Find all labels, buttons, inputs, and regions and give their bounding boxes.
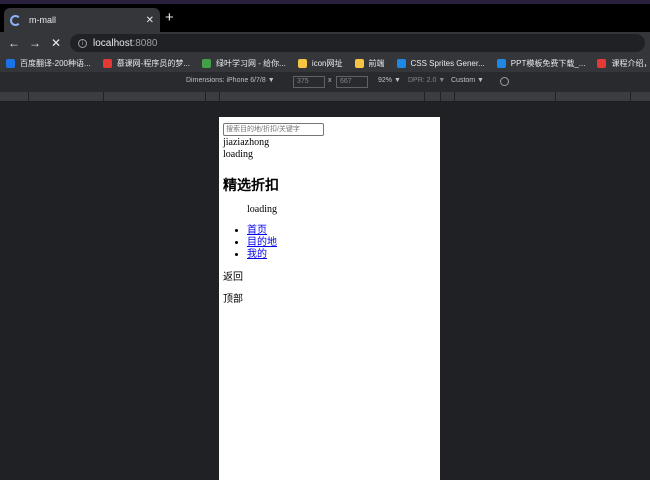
loading-text: loading <box>223 149 253 160</box>
folder-icon <box>297 58 307 68</box>
back-link[interactable]: 返回 <box>223 272 243 284</box>
ruler-tick <box>424 92 425 102</box>
ruler-tick <box>103 92 104 102</box>
new-tab-button[interactable]: + <box>165 9 174 27</box>
tab-title: m-mall <box>29 15 56 25</box>
bookmarks-bar: 百度翻译-200种语... 慕课网-程序员的梦... 绿叶学习网 - 给你...… <box>0 54 650 72</box>
nav-item-home: 首页 <box>247 225 277 237</box>
bookmark-course-intro[interactable]: 课程介绍，No <box>597 58 650 69</box>
forward-button[interactable]: → <box>29 35 41 51</box>
loading-text: loading <box>247 204 277 215</box>
ruler-tick <box>440 92 441 102</box>
ruler-tick <box>205 92 206 102</box>
url-port: :8080 <box>132 37 158 49</box>
bookmark-favicon-icon <box>102 58 112 68</box>
ruler-tick <box>630 92 631 102</box>
bookmark-baidu-fanyi[interactable]: 百度翻译-200种语... <box>6 58 91 69</box>
tab-m-mall[interactable]: m-mall ✕ <box>4 8 160 32</box>
bookmark-folder-frontend[interactable]: 前端 <box>354 58 385 69</box>
nav-link-mine[interactable]: 我的 <box>247 249 267 260</box>
tab-bar: m-mall ✕ + <box>0 4 650 32</box>
bookmark-favicon-icon <box>6 58 15 68</box>
bookmark-favicon-icon <box>202 58 212 68</box>
navigation-bar: ← → ✕ i localhost :8080 <box>0 32 650 54</box>
bookmark-favicon-icon <box>396 58 406 68</box>
bookmark-ppt-templates[interactable]: PPT模板免费下载_... <box>496 58 585 69</box>
section-title: 精选折扣 <box>223 177 279 193</box>
bookmark-lvye[interactable]: 绿叶学习网 - 给你... <box>202 58 286 69</box>
rotate-icon[interactable] <box>500 77 509 86</box>
media-query-ruler <box>0 92 650 102</box>
brand-text: jiaziazhong <box>223 137 270 148</box>
ruler-tick <box>219 92 220 102</box>
ruler-tick <box>28 92 29 102</box>
site-info-icon[interactable]: i <box>78 38 87 48</box>
close-tab-icon[interactable]: ✕ <box>146 15 154 26</box>
bookmark-folder-icon-sites[interactable]: icon网址 <box>297 58 343 69</box>
zoom-select[interactable]: 92% ▼ <box>378 77 401 84</box>
dpr-select[interactable]: DPR: 2.0 ▼ <box>408 77 445 84</box>
url-host: localhost <box>93 37 133 49</box>
bookmark-favicon-icon <box>496 58 506 68</box>
folder-icon <box>354 58 364 68</box>
device-viewport: jiaziazhong loading 精选折扣 loading 首页 目的地 … <box>219 117 440 480</box>
device-toolbar: Dimensions: iPhone 6/7/8 ▼ 375 x 667 92%… <box>0 72 650 92</box>
nav-link-home[interactable]: 首页 <box>247 225 267 236</box>
bookmark-imooc[interactable]: 慕课网-程序员的梦... <box>102 58 190 69</box>
loading-spinner-icon <box>10 14 21 26</box>
ruler-tick <box>454 92 455 102</box>
device-select[interactable]: Dimensions: iPhone 6/7/8 ▼ <box>186 77 275 84</box>
back-to-top-link[interactable]: 顶部 <box>223 294 243 306</box>
bookmark-css-sprites[interactable]: CSS Sprites Gener... <box>396 58 485 68</box>
nav-item-mine: 我的 <box>247 249 277 261</box>
dimension-separator: x <box>328 77 332 84</box>
nav-link-destination[interactable]: 目的地 <box>247 237 277 248</box>
address-bar[interactable]: i localhost :8080 <box>70 34 645 52</box>
viewport-height-input[interactable]: 667 <box>336 76 368 88</box>
bottom-nav: 首页 目的地 我的 <box>237 225 277 261</box>
viewport-width-input[interactable]: 375 <box>293 76 325 88</box>
throttle-select[interactable]: Custom ▼ <box>451 77 484 84</box>
browser-window: m-mall ✕ + ← → ✕ i localhost :8080 百度翻译-… <box>0 0 650 480</box>
back-button[interactable]: ← <box>8 35 20 51</box>
nav-item-destination: 目的地 <box>247 237 277 249</box>
stop-loading-button[interactable]: ✕ <box>51 35 61 51</box>
search-input[interactable] <box>223 123 324 136</box>
bookmark-favicon-icon <box>597 58 607 68</box>
ruler-tick <box>555 92 556 102</box>
